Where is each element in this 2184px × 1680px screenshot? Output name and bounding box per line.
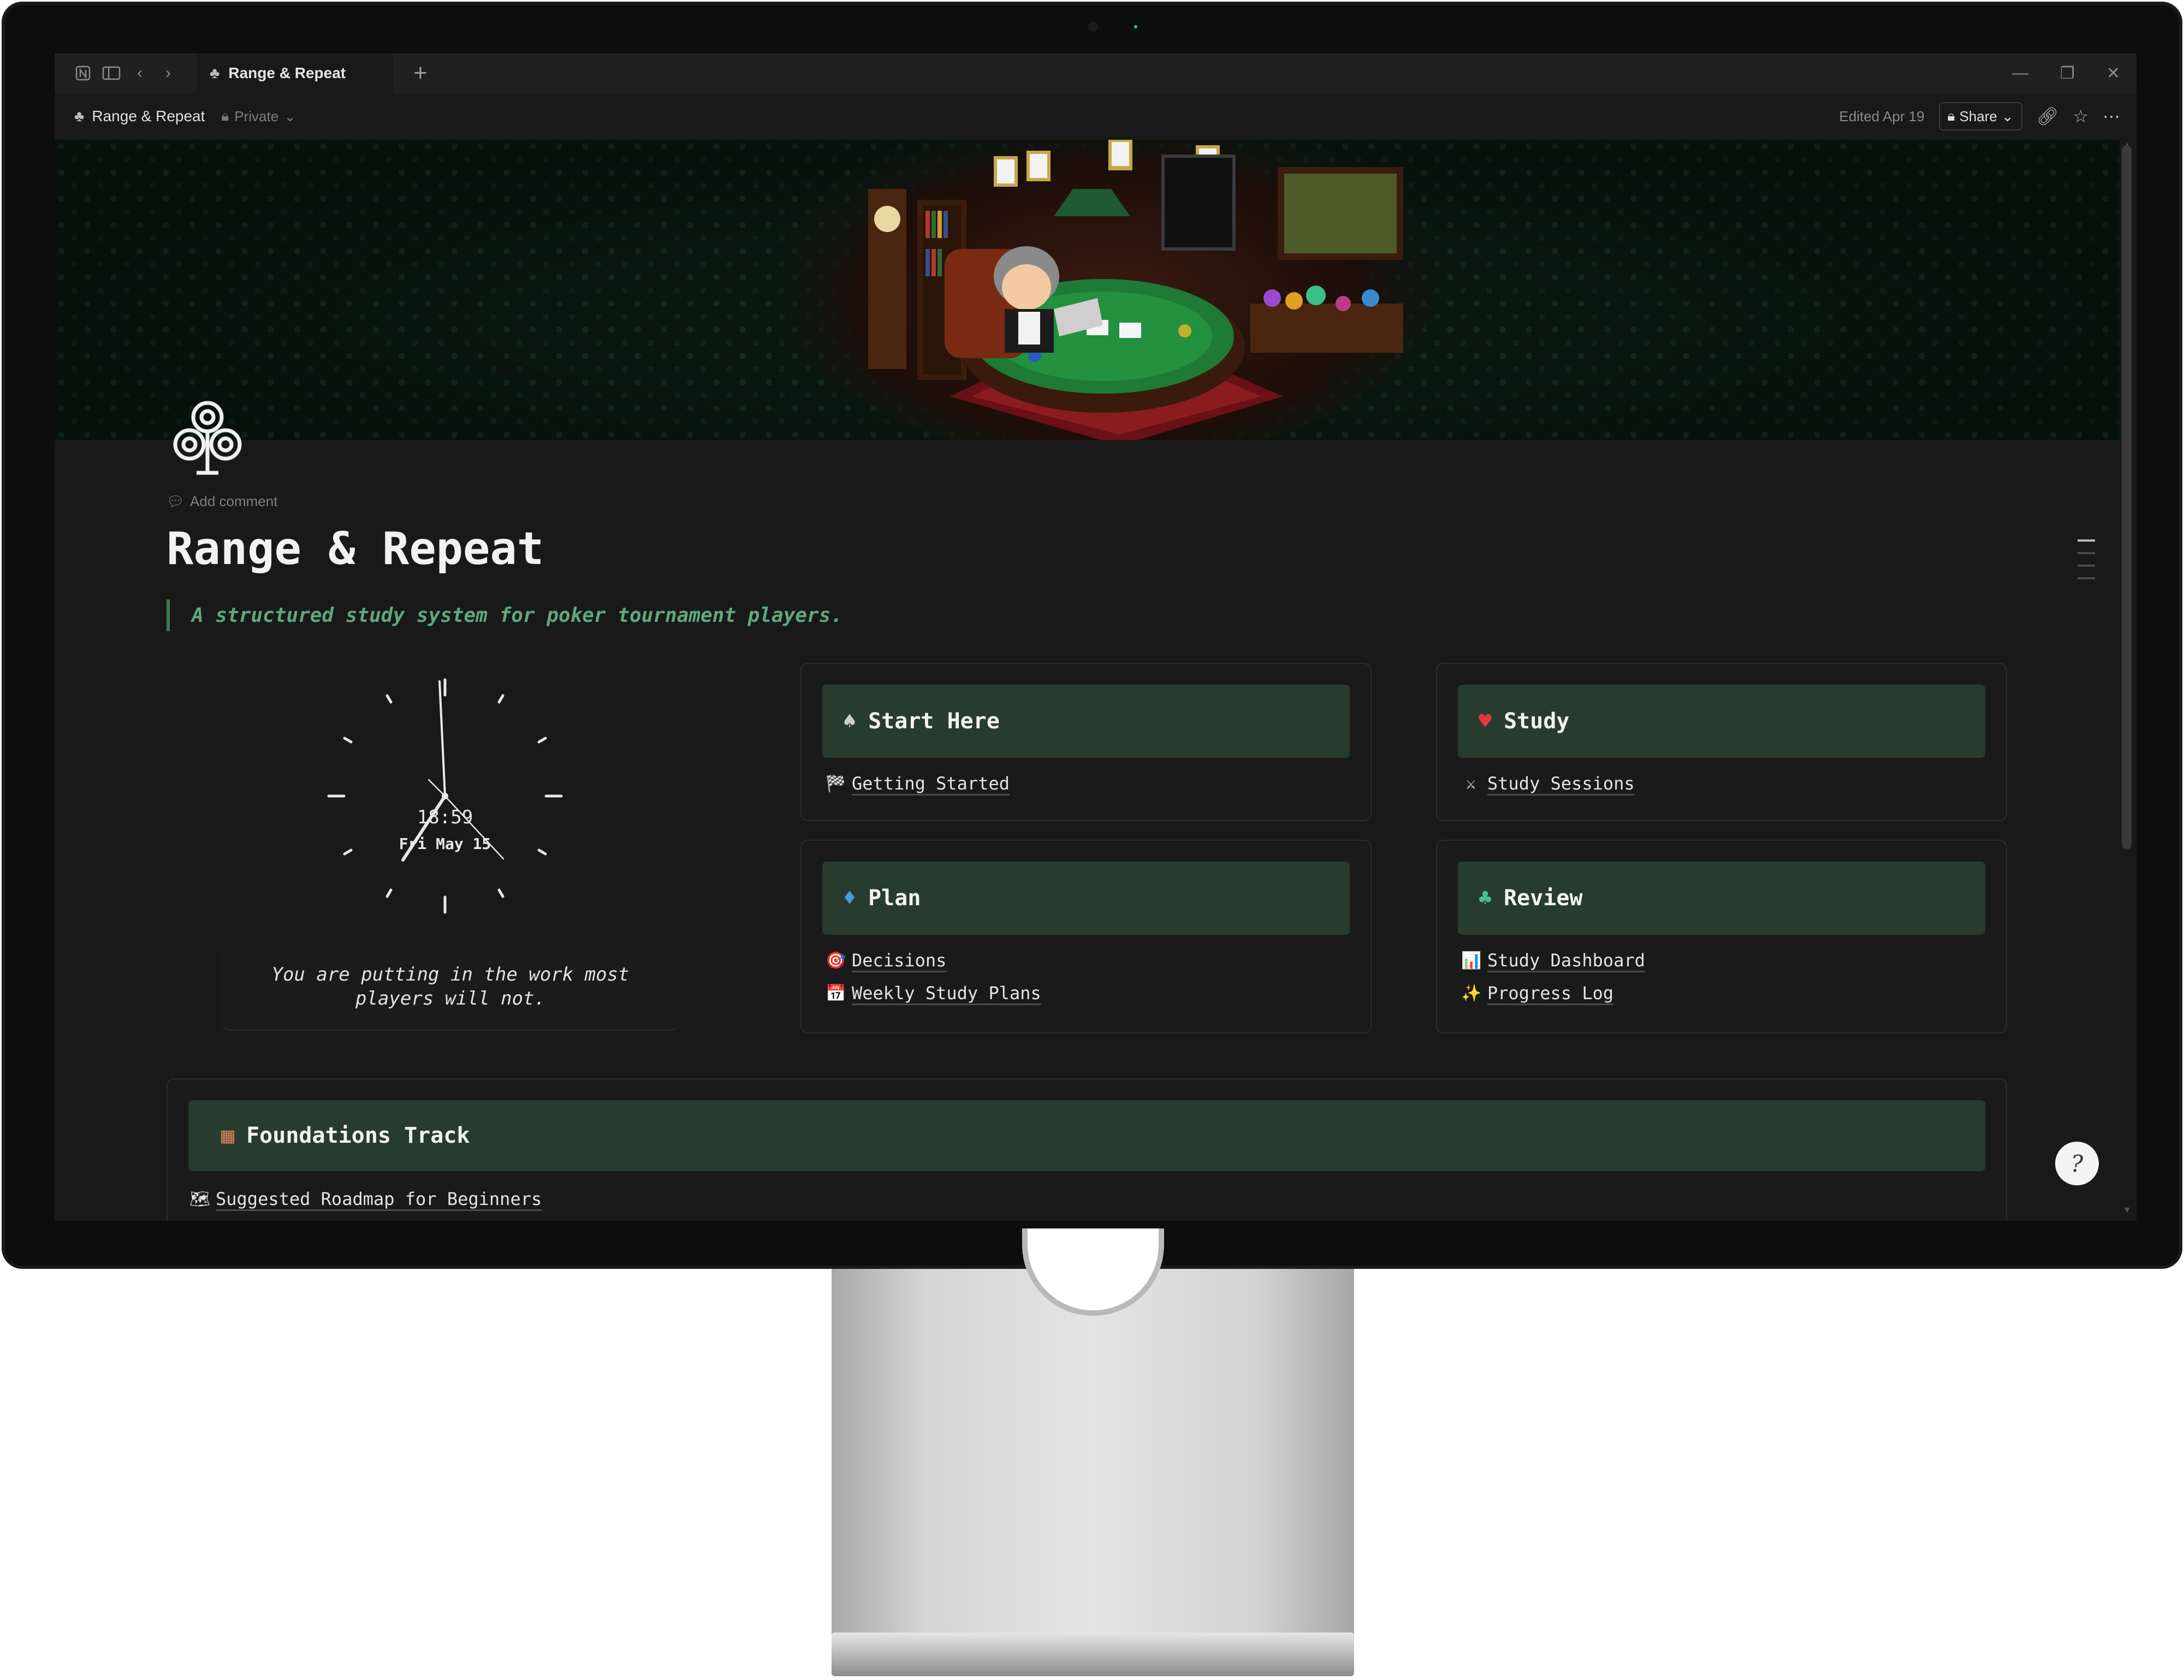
target-icon: 🎯 — [826, 951, 846, 970]
card-header-start-here[interactable]: ♠ Start Here — [822, 685, 1350, 758]
add-comment-label: Add comment — [190, 493, 278, 509]
scrollbar-thumb[interactable] — [2122, 145, 2132, 850]
privacy-dropdown[interactable]: 🔒︎ Private ⌄ — [221, 108, 296, 125]
more-icon[interactable]: ⋯ — [2103, 106, 2120, 127]
toc-line[interactable] — [2078, 552, 2095, 554]
star-icon[interactable]: ☆ — [2073, 106, 2088, 127]
card-title: Plan — [868, 886, 921, 911]
lock-icon: 🔒︎ — [221, 108, 229, 124]
back-arrow-icon[interactable]: ‹ — [128, 61, 152, 85]
page-title[interactable]: Range & Repeat — [167, 523, 544, 575]
map-icon: 🗺 — [189, 1189, 211, 1209]
link-progress-log[interactable]: ✨ Progress Log — [1461, 983, 1613, 1004]
link-label: Weekly Study Plans — [852, 983, 1041, 1004]
cover-image[interactable] — [55, 140, 2120, 440]
restore-icon[interactable]: ❐ — [2060, 64, 2075, 83]
link-label: Getting Started — [852, 773, 1010, 794]
toc-line[interactable] — [2078, 539, 2095, 542]
diamond-icon: ♦ — [843, 886, 857, 911]
clock-date: Fri May 15 — [399, 835, 491, 853]
monitor-stand-foot — [832, 1632, 1354, 1676]
tab-range-repeat[interactable]: ♣ Range & Repeat — [197, 54, 393, 93]
swords-icon: ⚔ — [1465, 774, 1476, 793]
forward-arrow-icon[interactable]: › — [156, 61, 180, 85]
chart-icon: 📊 — [1461, 951, 1482, 970]
link-label: Study Sessions — [1487, 773, 1635, 794]
club-icon: ♣ — [1479, 886, 1492, 911]
sparkle-icon: ✨ — [1461, 983, 1482, 1003]
breadcrumb[interactable]: ♣ Range & Repeat — [74, 108, 205, 125]
analog-clock-widget: 18:59 Fri May 15 — [327, 678, 563, 914]
sidebar-toggle-icon[interactable] — [99, 61, 123, 85]
breadcrumb-label: Range & Repeat — [92, 108, 205, 124]
link-label: Study Dashboard — [1487, 950, 1645, 971]
club-logo-icon — [173, 401, 242, 475]
title-bar: ‹ › ♣ Range & Repeat + — ❐ ✕ — [55, 54, 2136, 93]
monitor-stand — [832, 1269, 1354, 1635]
new-tab-button[interactable]: + — [404, 60, 437, 87]
link-label: Decisions — [852, 950, 947, 971]
link-weekly-study-plans[interactable]: 📅 Weekly Study Plans — [826, 983, 1041, 1004]
link-decisions[interactable]: 🎯 Decisions — [826, 950, 946, 971]
club-icon: ♣ — [74, 108, 85, 124]
calendar-icon: 📅 — [826, 983, 846, 1003]
comment-icon: 💬︎ — [167, 493, 185, 509]
camera-led — [1134, 25, 1137, 28]
privacy-label: Private — [234, 108, 279, 124]
toc-line[interactable] — [2078, 565, 2095, 567]
card-header-review[interactable]: ♣ Review — [1458, 862, 1985, 935]
chevron-down-icon: ⌄ — [2001, 108, 2014, 124]
add-comment-button[interactable]: 💬︎ Add comment — [167, 493, 277, 510]
link-getting-started[interactable]: 🏁 Getting Started — [826, 773, 1010, 794]
card-header-plan[interactable]: ♦ Plan — [822, 862, 1350, 935]
card-review: ♣ Review 📊 Study Dashboard ✨ Progress Lo… — [1436, 840, 2007, 1034]
chevron-down-icon: ⌄ — [284, 108, 296, 124]
card-foundations-track: ▦ Foundations Track 🗺 Suggested Roadmap … — [167, 1078, 2007, 1221]
link-label: Suggested Roadmap for Beginners — [216, 1189, 542, 1209]
card-study: ♥ Study ⚔ Study Sessions — [1436, 663, 2007, 821]
clock-time: 18:59 — [417, 806, 473, 828]
app-window: ‹ › ♣ Range & Repeat + — ❐ ✕ ♣ Range & R… — [55, 54, 2136, 1221]
card-header-study[interactable]: ♥ Study — [1458, 685, 1985, 758]
toc-line[interactable] — [2078, 577, 2095, 579]
camera — [1088, 22, 1098, 32]
spade-icon: ♠ — [843, 709, 857, 734]
bricks-icon: ▦ — [221, 1123, 235, 1148]
page-toolbar: ♣ Range & Repeat 🔒︎ Private ⌄ Edited Apr… — [55, 93, 2136, 140]
link-label: Progress Log — [1487, 983, 1614, 1004]
link-study-dashboard[interactable]: 📊 Study Dashboard — [1461, 950, 1645, 971]
card-header-foundations-track[interactable]: ▦ Foundations Track — [188, 1100, 1985, 1171]
heart-icon: ♥ — [1479, 709, 1492, 734]
card-title: Study — [1504, 709, 1570, 734]
share-button[interactable]: 🔒︎ Share ⌄ — [1938, 102, 2022, 130]
tab-title: Range & Repeat — [228, 64, 346, 81]
card-title: Review — [1504, 886, 1583, 911]
card-start-here: ♠ Start Here 🏁 Getting Started — [800, 663, 1372, 821]
minimize-icon[interactable]: — — [2012, 64, 2028, 82]
card-title: Foundations Track — [246, 1123, 470, 1148]
flag-icon: 🏁 — [826, 774, 846, 793]
card-plan: ♦ Plan 🎯 Decisions 📅 Weekly Study Plans — [800, 840, 1372, 1034]
close-icon[interactable]: ✕ — [2106, 64, 2120, 83]
share-label: Share — [1959, 108, 1997, 124]
link-icon[interactable]: 🔗︎ — [2037, 106, 2059, 127]
link-suggested-roadmap[interactable]: 🗺 Suggested Roadmap for Beginners — [189, 1189, 542, 1209]
link-study-sessions[interactable]: ⚔ Study Sessions — [1461, 773, 1635, 794]
notion-logo-icon[interactable] — [71, 61, 95, 85]
pixel-art-poker-room — [781, 140, 1436, 440]
monitor-bezel: ‹ › ♣ Range & Repeat + — ❐ ✕ ♣ Range & R… — [2, 2, 2182, 1269]
motto-text: You are putting in the work most players… — [221, 943, 680, 1031]
help-button[interactable]: ? — [2055, 1142, 2099, 1185]
card-title: Start Here — [868, 709, 1000, 734]
edited-timestamp: Edited Apr 19 — [1839, 108, 1925, 124]
table-of-contents[interactable] — [2078, 539, 2095, 579]
scroll-down-icon[interactable]: ▼ — [2123, 1206, 2132, 1215]
club-icon: ♣ — [210, 64, 220, 81]
page-subtitle-quote[interactable]: A structured study system for poker tour… — [167, 599, 842, 631]
lock-icon: 🔒︎ — [1947, 108, 1955, 124]
window-controls: — ❐ ✕ — [2012, 54, 2120, 93]
toolbar-right: Edited Apr 19 🔒︎ Share ⌄ 🔗︎ ☆ ⋯ — [1839, 93, 2120, 140]
